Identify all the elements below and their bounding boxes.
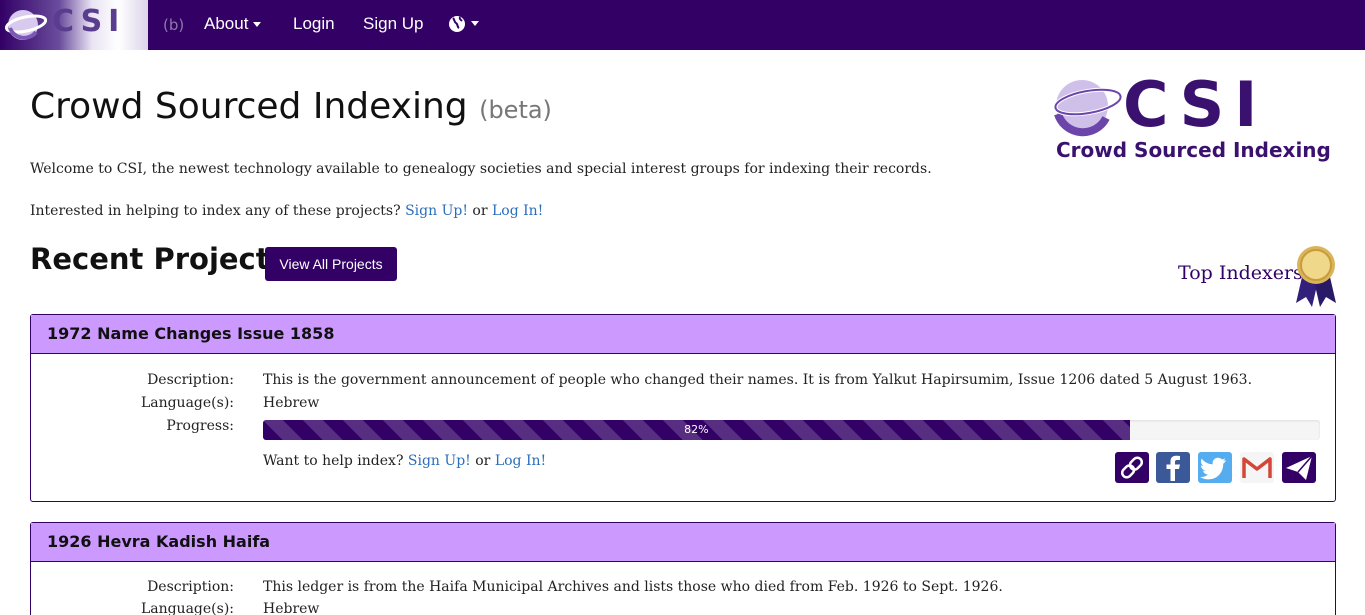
nav-about-dropdown[interactable]: About	[204, 14, 262, 34]
or-text: or	[475, 453, 491, 469]
logo-csi-text: CSI	[1123, 68, 1268, 141]
recent-projects-title: Recent Projects	[30, 242, 287, 276]
link-icon[interactable]	[1115, 452, 1149, 483]
send-icon[interactable]	[1282, 452, 1316, 483]
brand-logo[interactable]: CSI	[0, 0, 148, 50]
brand-text: CSI	[52, 4, 126, 39]
interested-line: Interested in helping to index any of th…	[30, 203, 543, 219]
caret-down-icon	[253, 22, 262, 28]
facebook-icon[interactable]	[1156, 452, 1190, 483]
globe-icon	[449, 15, 465, 32]
project-panel: 1926 Hevra Kadish Haifa Description: Thi…	[30, 522, 1336, 615]
nav-about-label: About	[204, 14, 249, 33]
beta-tag: (b)	[163, 16, 185, 34]
description-label: Description:	[147, 579, 234, 595]
progress-bar-fill: 82%	[263, 420, 1130, 440]
language-dropdown[interactable]	[448, 13, 479, 33]
languages-label: Language(s):	[140, 601, 234, 615]
view-all-projects-button[interactable]: View All Projects	[265, 247, 397, 281]
interested-text: Interested in helping to index any of th…	[30, 203, 401, 219]
signup-link[interactable]: Sign Up!	[405, 203, 468, 219]
project-title[interactable]: 1926 Hevra Kadish Haifa	[31, 523, 1335, 562]
welcome-text: Welcome to CSI, the newest technology av…	[30, 161, 932, 177]
project-language: Hebrew	[263, 395, 320, 411]
logo-subtitle: Crowd Sourced Indexing	[1056, 138, 1331, 162]
nav-login[interactable]: Login	[293, 14, 335, 34]
project-language: Hebrew	[263, 601, 320, 615]
project-panel: 1972 Name Changes Issue 1858 Description…	[30, 314, 1336, 502]
or-text: or	[472, 203, 488, 219]
login-link[interactable]: Log In!	[495, 453, 546, 469]
top-navbar: CSI (b) About Login Sign Up	[0, 0, 1365, 50]
csi-logo: CSI Crowd Sourced Indexing	[1050, 72, 1335, 172]
project-title[interactable]: 1972 Name Changes Issue 1858	[31, 315, 1335, 354]
page-title-beta: (beta)	[479, 96, 552, 124]
page-title-text: Crowd Sourced Indexing	[30, 86, 468, 127]
signup-link[interactable]: Sign Up!	[408, 453, 471, 469]
gmail-icon[interactable]	[1240, 452, 1274, 483]
top-indexers-link[interactable]: Top Indexers	[1178, 262, 1303, 284]
project-description: This ledger is from the Haifa Municipal …	[263, 579, 1003, 595]
project-description: This is the government announcement of p…	[263, 372, 1253, 388]
languages-label: Language(s):	[140, 395, 234, 411]
nav-signup[interactable]: Sign Up	[363, 14, 423, 34]
progress-bar: 82%	[263, 420, 1320, 440]
twitter-icon[interactable]	[1198, 452, 1232, 483]
progress-label: Progress:	[166, 418, 234, 434]
want-help-text: Want to help index?	[263, 453, 404, 469]
description-label: Description:	[147, 372, 234, 388]
login-link[interactable]: Log In!	[492, 203, 543, 219]
page-title: Crowd Sourced Indexing (beta)	[30, 86, 552, 127]
help-line: Want to help index? Sign Up! or Log In!	[263, 453, 546, 469]
globe-logo-icon	[1053, 80, 1122, 137]
globe-logo-icon	[4, 10, 48, 40]
medal-icon	[1296, 246, 1336, 307]
caret-down-icon	[471, 21, 479, 27]
